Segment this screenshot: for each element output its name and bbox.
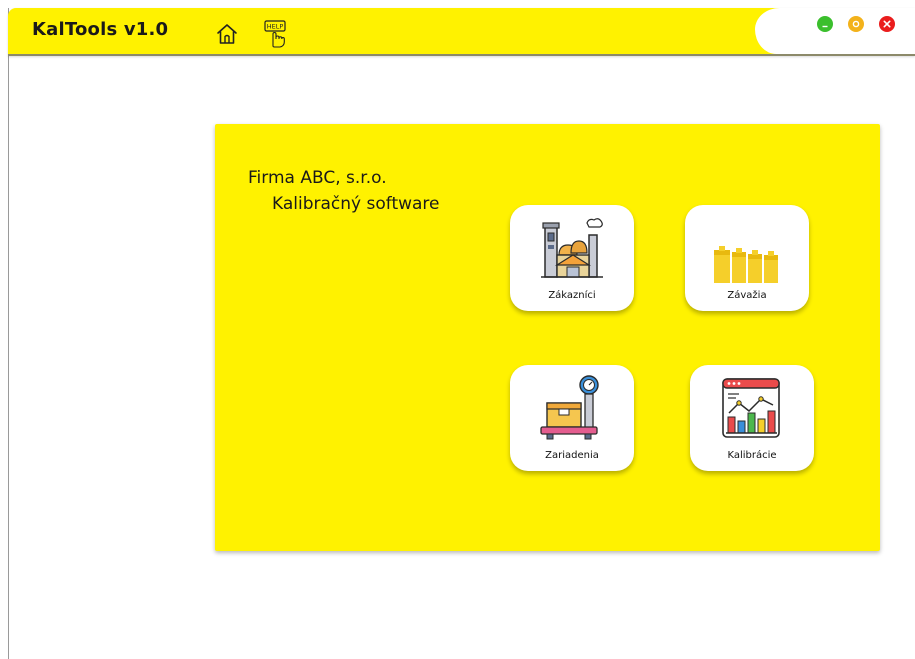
maximize-icon (852, 20, 860, 28)
close-button[interactable] (879, 16, 895, 32)
main-panel: Firma ABC, s.r.o. Kalibračný software Zá… (215, 124, 880, 551)
window-left-border (8, 8, 9, 659)
app-title: KalTools v1.0 (32, 19, 169, 40)
weights-label: Závažia (727, 290, 767, 301)
help-button[interactable]: HELP (263, 20, 289, 48)
home-icon (217, 24, 237, 44)
devices-tile[interactable]: Zariadenia (510, 365, 634, 471)
app-subtitle: Kalibračný software (272, 194, 440, 214)
title-bar[interactable]: KalTools v1.0 HELP (8, 8, 915, 56)
app-window: KalTools v1.0 HELP Firma ABC, s.r.o. Kal… (0, 0, 915, 659)
scale-icon (540, 375, 599, 440)
analytics-chart-icon (722, 378, 780, 438)
minimize-button[interactable] (817, 16, 833, 32)
company-name: Firma ABC, s.r.o. (248, 168, 387, 188)
calibrations-label: Kalibrácie (727, 450, 777, 461)
calibrations-tile[interactable]: Kalibrácie (690, 365, 814, 471)
devices-label: Zariadenia (545, 450, 599, 461)
minimize-icon (822, 25, 828, 28)
weights-icon (714, 246, 778, 283)
help-icon-text: HELP (267, 23, 284, 31)
customers-tile[interactable]: Zákazníci (510, 205, 634, 311)
help-icon: HELP (264, 20, 286, 48)
weights-tile[interactable]: Závažia (685, 205, 809, 311)
close-icon (883, 20, 891, 28)
maximize-button[interactable] (848, 16, 864, 32)
customers-label: Zákazníci (548, 290, 596, 301)
home-button[interactable] (215, 22, 239, 46)
factory-icon (541, 218, 603, 278)
